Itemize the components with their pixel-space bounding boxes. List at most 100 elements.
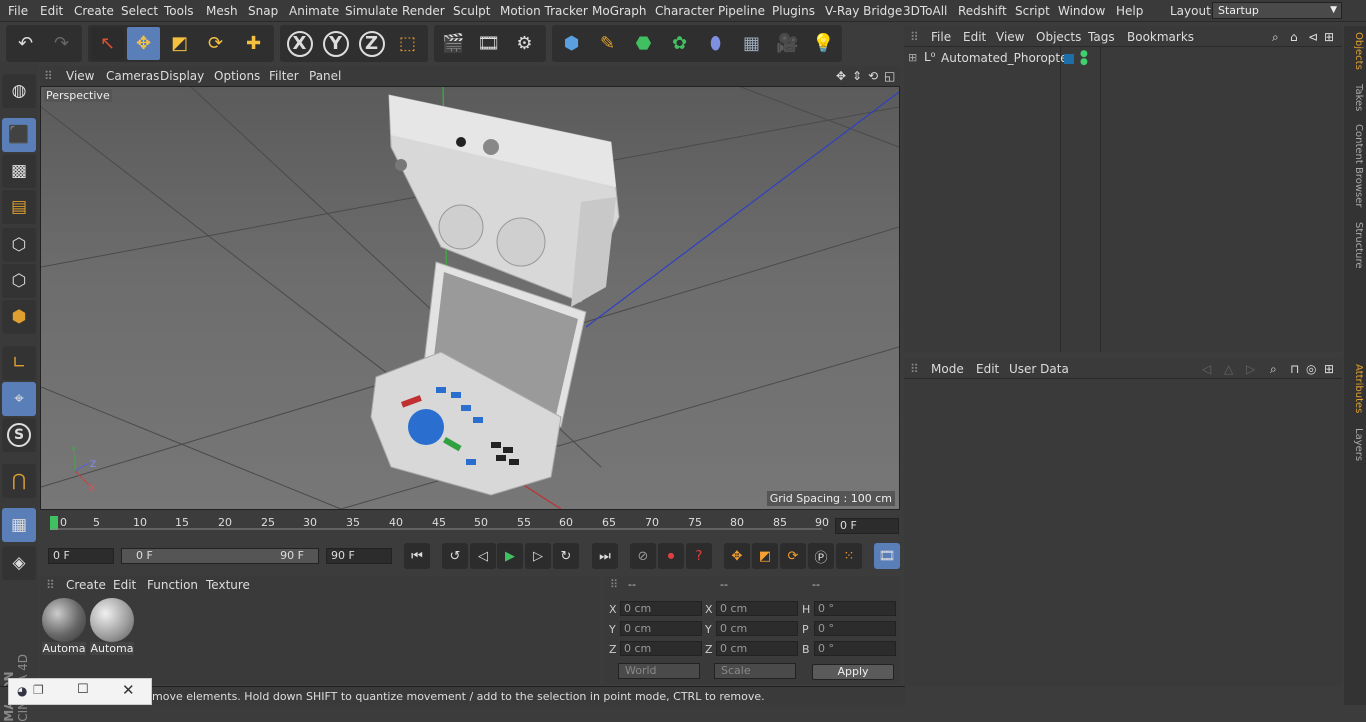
next-frame-button[interactable]: ▷ bbox=[525, 543, 551, 569]
search-icon[interactable]: ⌕ bbox=[1272, 30, 1279, 45]
pen-button[interactable]: ✎ bbox=[591, 27, 624, 60]
home-icon[interactable]: ⌂ bbox=[1290, 30, 1298, 44]
tab-layers[interactable]: Layers bbox=[1346, 428, 1364, 461]
undo-button[interactable]: ↶ bbox=[9, 27, 42, 60]
play-button[interactable]: ▶ bbox=[497, 543, 523, 569]
object-menu-tags[interactable]: Tags bbox=[1088, 30, 1115, 44]
search-icon[interactable]: ⌕ bbox=[1270, 362, 1277, 377]
subdivision-button[interactable]: ⬣ bbox=[627, 27, 660, 60]
camera-button[interactable]: 🎥 bbox=[771, 27, 804, 60]
object-menu-bookmarks[interactable]: Bookmarks bbox=[1127, 30, 1194, 44]
make-editable-button[interactable]: ◍ bbox=[2, 74, 36, 108]
menu-vray-bridge[interactable]: V-Ray Bridge bbox=[825, 4, 902, 18]
menu-mograph[interactable]: MoGraph bbox=[592, 4, 647, 18]
menu-render[interactable]: Render bbox=[402, 4, 445, 18]
maximize-view-icon[interactable]: ◱ bbox=[884, 69, 895, 83]
new-panel-icon[interactable]: ⊞ bbox=[1324, 30, 1334, 44]
key-parameter-button[interactable]: Ⓟ bbox=[808, 543, 834, 569]
menu-character[interactable]: Character bbox=[655, 4, 714, 18]
key-position-button[interactable]: ✥ bbox=[724, 543, 750, 569]
orbit-icon[interactable]: ⟲ bbox=[868, 69, 878, 83]
viewport-menu-panel[interactable]: Panel bbox=[309, 69, 341, 83]
position-x-field[interactable]: 0 cm bbox=[620, 601, 702, 616]
menu-create[interactable]: Create bbox=[74, 4, 114, 18]
object-menu-edit[interactable]: Edit bbox=[963, 30, 986, 44]
layout-select[interactable]: Startup ▼ bbox=[1212, 2, 1342, 19]
attribute-menu-user-data[interactable]: User Data bbox=[1009, 362, 1069, 376]
autokey-button[interactable]: ⏺ bbox=[658, 543, 684, 569]
key-scale-button[interactable]: ◩ bbox=[752, 543, 778, 569]
tweak-button[interactable]: ⌖ bbox=[2, 382, 36, 416]
viewport-menu-filter[interactable]: Filter bbox=[269, 69, 299, 83]
previous-frame-button[interactable]: ◁ bbox=[470, 543, 496, 569]
forward-arrow-icon[interactable]: ▷ bbox=[1246, 362, 1255, 376]
visibility-dots-icon[interactable]: ● ● bbox=[1080, 50, 1088, 67]
timeline-window-button[interactable]: 🎞 bbox=[874, 543, 900, 569]
menu-tools[interactable]: Tools bbox=[164, 4, 194, 18]
attribute-menu-mode[interactable]: Mode bbox=[931, 362, 964, 376]
target-icon[interactable]: ◎ bbox=[1306, 362, 1316, 376]
transform-button[interactable]: ✚ bbox=[237, 27, 270, 60]
menu-motion-tracker[interactable]: Motion Tracker bbox=[500, 4, 588, 18]
tab-attributes[interactable]: Attributes bbox=[1346, 364, 1364, 413]
menu-help[interactable]: Help bbox=[1116, 4, 1143, 18]
back-icon[interactable]: ⊲ bbox=[1308, 30, 1318, 44]
menu-window[interactable]: Window bbox=[1058, 4, 1105, 18]
menu-simulate[interactable]: Simulate bbox=[345, 4, 398, 18]
material-swatch[interactable]: Automa bbox=[42, 598, 86, 656]
render-view-button[interactable]: 🎬 bbox=[437, 27, 470, 60]
pan-icon[interactable]: ✥ bbox=[836, 69, 846, 83]
menu-file[interactable]: File bbox=[8, 4, 28, 18]
start-frame-field[interactable]: 0 F bbox=[48, 548, 114, 564]
up-arrow-icon[interactable]: △ bbox=[1224, 362, 1233, 376]
render-settings-button[interactable]: ⚙ bbox=[508, 27, 541, 60]
rotation-h-field[interactable]: 0 ° bbox=[814, 601, 896, 616]
go-to-start-button[interactable]: ⏮ bbox=[404, 543, 430, 569]
menu-snap[interactable]: Snap bbox=[248, 4, 278, 18]
key-pla-button[interactable]: ⁙ bbox=[836, 543, 862, 569]
menu-script[interactable]: Script bbox=[1015, 4, 1050, 18]
viewport-menu-cameras[interactable]: Cameras bbox=[106, 69, 159, 83]
menu-redshift[interactable]: Redshift bbox=[958, 4, 1007, 18]
new-panel-icon[interactable]: ⊞ bbox=[1324, 362, 1334, 376]
edges-mode-button[interactable]: ⬡ bbox=[2, 264, 36, 298]
rotation-p-field[interactable]: 0 ° bbox=[814, 621, 896, 636]
live-selection-button[interactable]: ↖ bbox=[91, 27, 124, 60]
menu-3dtoall[interactable]: 3DToAll bbox=[903, 4, 947, 18]
menu-animate[interactable]: Animate bbox=[289, 4, 339, 18]
position-z-field[interactable]: 0 cm bbox=[620, 641, 702, 656]
object-row[interactable]: ⊞ L⁰ Automated_Phoropter ● ● bbox=[904, 50, 1342, 68]
coordinate-system-button[interactable]: ⬚ bbox=[391, 27, 424, 60]
cube-button[interactable]: ⬢ bbox=[555, 27, 588, 60]
restore-icon[interactable]: ❐ bbox=[33, 683, 44, 697]
previous-key-button[interactable]: ↺ bbox=[442, 543, 468, 569]
size-z-field[interactable]: 0 cm bbox=[716, 641, 798, 656]
go-to-end-button[interactable]: ⏭ bbox=[592, 543, 618, 569]
menu-sculpt[interactable]: Sculpt bbox=[453, 4, 490, 18]
x-axis-button[interactable]: X bbox=[283, 27, 316, 60]
dolly-icon[interactable]: ⇕ bbox=[852, 69, 862, 83]
cloner-button[interactable]: ✿ bbox=[663, 27, 696, 60]
record-keys-button[interactable]: ⊘ bbox=[630, 543, 656, 569]
tab-takes[interactable]: Takes bbox=[1346, 84, 1364, 111]
viewport-menu-options[interactable]: Options bbox=[214, 69, 260, 83]
lock-icon[interactable]: ⊓ bbox=[1290, 362, 1299, 376]
axis-mode-button[interactable]: ∟ bbox=[2, 346, 36, 380]
menu-mesh[interactable]: Mesh bbox=[206, 4, 238, 18]
material-menu-create[interactable]: Create bbox=[66, 578, 106, 592]
locked-workplane-button[interactable]: ◈ bbox=[2, 546, 36, 580]
workplane-lock-button[interactable]: ▦ bbox=[2, 508, 36, 542]
floor-button[interactable]: ▦ bbox=[735, 27, 768, 60]
points-mode-button[interactable]: ⬡ bbox=[2, 228, 36, 262]
menu-edit[interactable]: Edit bbox=[40, 4, 63, 18]
object-name[interactable]: Automated_Phoropter bbox=[941, 51, 1072, 65]
polygons-mode-button[interactable]: ⬢ bbox=[2, 300, 36, 334]
deformer-button[interactable]: ⬮ bbox=[699, 27, 732, 60]
move-button[interactable]: ✥ bbox=[127, 27, 160, 60]
tab-objects[interactable]: Objects bbox=[1346, 32, 1364, 70]
solo-button[interactable]: S bbox=[2, 418, 36, 452]
material-menu-function[interactable]: Function bbox=[147, 578, 198, 592]
timeline-ruler[interactable]: 0 5 10 15 20 25 30 35 40 45 50 55 60 65 … bbox=[40, 512, 900, 534]
menu-plugins[interactable]: Plugins bbox=[772, 4, 815, 18]
coordinate-space-select[interactable]: World bbox=[618, 663, 700, 679]
